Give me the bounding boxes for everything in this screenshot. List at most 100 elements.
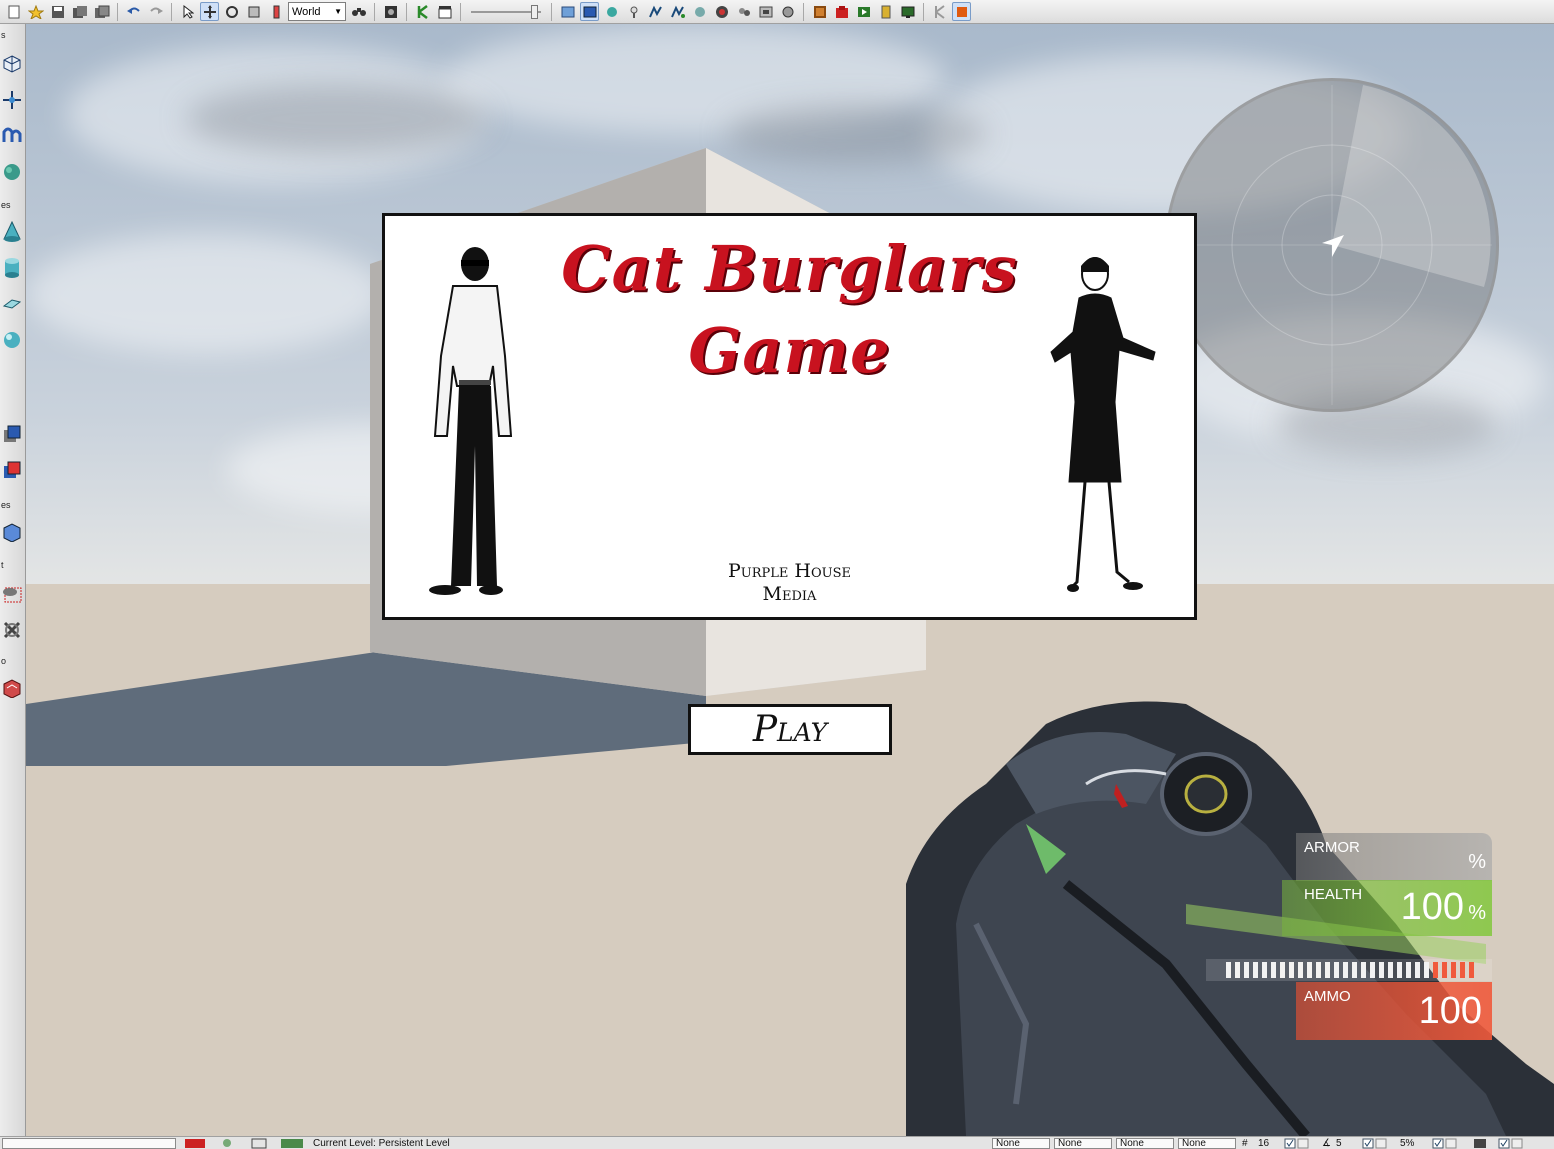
bullet-icon xyxy=(1298,962,1303,978)
screenshot-icon[interactable] xyxy=(756,2,775,21)
bullet-icon xyxy=(1379,962,1384,978)
scale-icon[interactable] xyxy=(244,2,263,21)
new-icon[interactable] xyxy=(4,2,23,21)
lightmass-icon[interactable] xyxy=(734,2,753,21)
hide-selected-icon[interactable] xyxy=(0,580,24,608)
scale-checkbox[interactable] xyxy=(1432,1138,1458,1149)
translate-icon[interactable] xyxy=(200,2,219,21)
lighting-icon[interactable] xyxy=(602,2,621,21)
light-bulb-icon[interactable] xyxy=(624,2,643,21)
monitor-icon[interactable] xyxy=(898,2,917,21)
toolbar-separator xyxy=(460,2,461,21)
current-level-text: Current Level: Persistent Level xyxy=(313,1138,450,1149)
volume-icon[interactable] xyxy=(0,518,24,546)
save-icon[interactable] xyxy=(48,2,67,21)
foliage-mode-icon[interactable] xyxy=(0,158,24,186)
rotate-icon[interactable] xyxy=(222,2,241,21)
stop-icon[interactable] xyxy=(952,2,971,21)
section-label: es xyxy=(1,200,11,210)
cover-build-icon[interactable] xyxy=(690,2,709,21)
select-invert-icon[interactable] xyxy=(0,616,24,644)
command-input[interactable] xyxy=(2,1138,176,1149)
bullet-icon xyxy=(1262,962,1267,978)
play-in-editor-icon[interactable] xyxy=(810,2,829,21)
play-in-viewport-icon[interactable] xyxy=(854,2,873,21)
coord-system-select[interactable]: World ▼ xyxy=(288,2,346,21)
bullet-icon xyxy=(1469,962,1474,978)
kismet-debug-icon[interactable] xyxy=(930,2,949,21)
select-arrow-icon[interactable] xyxy=(178,2,197,21)
grid-size-value[interactable]: 16 xyxy=(1258,1138,1269,1149)
editor-toolbar: World ▼ xyxy=(0,0,1554,24)
path-build-all-icon[interactable] xyxy=(668,2,687,21)
coord-system-value: World xyxy=(292,5,321,18)
ammo-label: AMMO xyxy=(1304,988,1351,1005)
rotation-snap-icon: ∡ xyxy=(1322,1138,1331,1149)
ammo-clip-indicator xyxy=(1206,959,1492,981)
snap-icon[interactable] xyxy=(216,1138,238,1149)
female-burglar-illustration xyxy=(1050,257,1156,592)
camera-mode-icon[interactable] xyxy=(0,50,24,78)
cone-brush-icon[interactable] xyxy=(0,218,24,246)
status-slot-2[interactable]: None xyxy=(1054,1138,1112,1149)
content-browser-icon[interactable] xyxy=(381,2,400,21)
find-icon[interactable] xyxy=(349,2,368,21)
chevron-down-icon: ▼ xyxy=(334,7,342,16)
grid-checkbox[interactable] xyxy=(1284,1138,1310,1149)
play-on-pc-icon[interactable] xyxy=(832,2,851,21)
play-button[interactable]: Play xyxy=(688,704,892,755)
save-all-icon[interactable] xyxy=(70,2,89,21)
scale-snap-value[interactable]: 5% xyxy=(1400,1138,1414,1149)
bullet-icon xyxy=(1406,962,1411,978)
bullet-icon xyxy=(1280,962,1285,978)
armor-panel: ARMOR % xyxy=(1296,833,1492,881)
bullet-icon xyxy=(1352,962,1357,978)
terrain-mode-icon[interactable] xyxy=(0,122,24,150)
save-copy-icon[interactable] xyxy=(92,2,111,21)
player-arrow-icon xyxy=(1322,235,1344,257)
geometry-mode-icon[interactable] xyxy=(0,86,24,114)
status-slot-4[interactable]: None xyxy=(1178,1138,1236,1149)
cylinder-brush-icon[interactable] xyxy=(0,254,24,282)
scale-nonuniform-icon[interactable] xyxy=(266,2,285,21)
path-build-icon[interactable] xyxy=(646,2,665,21)
sheet-brush-icon[interactable] xyxy=(0,290,24,318)
sphere-brush-icon[interactable] xyxy=(0,326,24,354)
status-slot-3[interactable]: None xyxy=(1116,1138,1174,1149)
sound-icon[interactable] xyxy=(778,2,797,21)
bullet-icon xyxy=(1388,962,1393,978)
bullet-icon xyxy=(1253,962,1258,978)
matinee-icon[interactable] xyxy=(435,2,454,21)
camera-speed-slider[interactable] xyxy=(471,2,541,21)
kismet-icon[interactable] xyxy=(413,2,432,21)
csg-add-icon[interactable] xyxy=(0,420,24,448)
ammo-panel: AMMO 100 xyxy=(1296,982,1492,1040)
health-unit: % xyxy=(1468,902,1486,924)
game-viewport[interactable]: Cat Burglars Game Purple House Media Pla… xyxy=(26,24,1554,1136)
bullet-icon xyxy=(1334,962,1339,978)
grid-icon[interactable] xyxy=(248,1138,270,1149)
drag-grid-icon[interactable] xyxy=(184,1138,206,1149)
open-icon[interactable] xyxy=(26,2,45,21)
undo-icon[interactable] xyxy=(124,2,143,21)
status-slot-1[interactable]: None xyxy=(992,1138,1050,1149)
build-all-icon[interactable] xyxy=(712,2,731,21)
section-label: es xyxy=(1,500,11,510)
viewport-icon[interactable] xyxy=(558,2,577,21)
autosave-icon[interactable] xyxy=(1472,1138,1488,1149)
console-icon[interactable] xyxy=(876,2,895,21)
rotation-checkbox[interactable] xyxy=(1362,1138,1388,1149)
slider-thumb[interactable] xyxy=(531,5,538,19)
radar-minimap xyxy=(1165,78,1499,412)
level-icon[interactable] xyxy=(280,1138,304,1149)
bullet-icon xyxy=(1370,962,1375,978)
show-all-icon[interactable] xyxy=(0,674,24,702)
vertex-snap-checkbox[interactable] xyxy=(1498,1138,1524,1149)
toolbar-separator xyxy=(551,2,552,21)
redo-icon[interactable] xyxy=(146,2,165,21)
mode-toolbar: s es es t o xyxy=(0,24,26,1136)
realtime-icon[interactable] xyxy=(580,2,599,21)
ammo-value: 100 xyxy=(1418,990,1482,1032)
csg-subtract-icon[interactable] xyxy=(0,456,24,484)
rotation-snap-value[interactable]: 5 xyxy=(1336,1138,1342,1149)
